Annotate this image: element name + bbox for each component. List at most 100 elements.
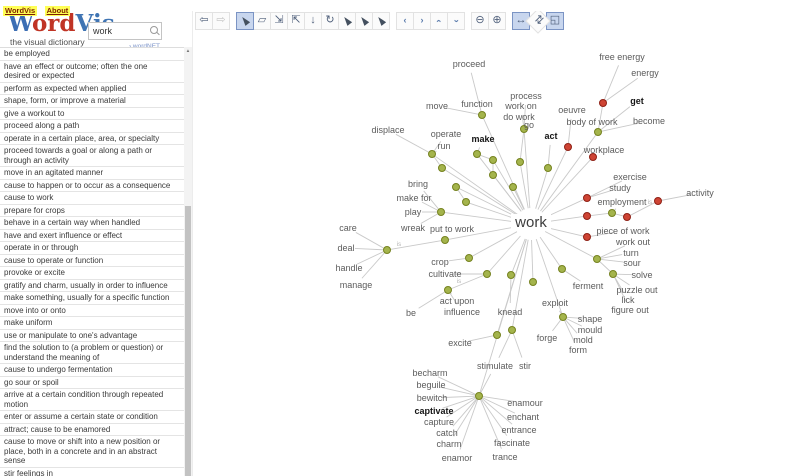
graph-word-label[interactable]: sour — [623, 258, 641, 268]
graph-word-label[interactable]: act — [544, 131, 557, 141]
graph-node[interactable] — [463, 199, 470, 206]
link-in-button[interactable]: ⇱ — [287, 12, 305, 30]
back-button[interactable]: ⇦ — [195, 12, 213, 30]
graph-word-label[interactable]: cultivate — [428, 269, 461, 279]
graph-word-label[interactable]: exploit — [542, 298, 569, 308]
graph-node[interactable] — [439, 165, 446, 172]
graph-word-label[interactable]: wreak — [400, 223, 426, 233]
graph-node[interactable] — [474, 151, 481, 158]
graph-node[interactable] — [584, 213, 591, 220]
graph-word-label[interactable]: play — [405, 207, 422, 217]
graph-word-label[interactable]: captivate — [414, 406, 453, 416]
graph-word-label[interactable]: make for — [396, 193, 431, 203]
graph-word-label[interactable]: stimulate — [477, 361, 513, 371]
graph-word-label[interactable]: handle — [335, 263, 362, 273]
definition-item[interactable]: cause to operate or function — [0, 255, 184, 268]
graph-word-label[interactable]: ferment — [573, 281, 604, 291]
graph-word-label[interactable]: becharm — [412, 368, 447, 378]
link-out-button[interactable]: ⇲ — [270, 12, 288, 30]
graph-word-label[interactable]: move — [426, 101, 448, 111]
definition-item[interactable]: behave in a certain way when handled — [0, 217, 184, 230]
graph-node[interactable] — [509, 327, 516, 334]
graph-node[interactable] — [600, 100, 607, 107]
graph-word-label[interactable]: deal — [337, 243, 354, 253]
graph-node[interactable] — [479, 112, 486, 119]
graph-word-label[interactable]: go — [524, 120, 534, 130]
definition-item[interactable]: make uniform — [0, 317, 184, 330]
definition-item[interactable]: have an effect or outcome; often the one… — [0, 61, 184, 83]
graph-word-label[interactable]: shape — [578, 314, 603, 324]
graph-word-label[interactable]: capture — [424, 417, 454, 427]
graph-node[interactable] — [490, 172, 497, 179]
graph-node[interactable] — [494, 332, 501, 339]
graph-word-label[interactable]: charm — [436, 439, 461, 449]
graph-word-label[interactable]: work on — [504, 101, 537, 111]
definition-item[interactable]: operate in or through — [0, 242, 184, 255]
graph-word-label[interactable]: process — [510, 91, 542, 101]
graph-word-label[interactable]: mould — [578, 325, 603, 335]
graph-word-label[interactable]: body of work — [566, 117, 618, 127]
graph-word-label[interactable]: bring — [408, 179, 428, 189]
graph-word-label[interactable]: trance — [492, 452, 517, 462]
rotate-button[interactable]: ↻ — [321, 12, 339, 30]
graph-word-label[interactable]: beguile — [416, 380, 445, 390]
graph-word-label[interactable]: free energy — [599, 52, 645, 62]
graph-node[interactable] — [655, 198, 662, 205]
definition-item[interactable]: shape, form, or improve a material — [0, 95, 184, 108]
definition-item[interactable]: gratify and charm, usually in order to i… — [0, 280, 184, 293]
definition-item[interactable]: stir feelings in — [0, 468, 184, 476]
graph-node[interactable] — [466, 255, 473, 262]
graph-word-label[interactable]: puzzle out — [616, 285, 658, 295]
graph-word-label[interactable]: piece of work — [596, 226, 650, 236]
graph-node[interactable] — [610, 271, 617, 278]
definition-item[interactable]: proceed towards a goal or along a path o… — [0, 145, 184, 167]
definition-item[interactable]: have and exert influence or effect — [0, 230, 184, 243]
graph-word-label[interactable]: entrance — [501, 425, 536, 435]
definition-item[interactable]: make something, usually for a specific f… — [0, 292, 184, 305]
definition-item[interactable]: arrive at a certain condition through re… — [0, 389, 184, 411]
zoom-out-button[interactable]: ⊖ — [471, 12, 489, 30]
graph-node[interactable] — [545, 165, 552, 172]
graph-word-label[interactable]: oeuvre — [558, 105, 586, 115]
graph-node[interactable] — [609, 210, 616, 217]
graph-word-label[interactable]: function — [461, 99, 493, 109]
graph-word-label[interactable]: turn — [623, 248, 639, 258]
definition-item[interactable]: cause to happen or to occur as a consequ… — [0, 180, 184, 193]
zoom-in-button[interactable]: ⊕ — [488, 12, 506, 30]
graph-node[interactable] — [530, 279, 537, 286]
graph-node[interactable] — [484, 271, 491, 278]
graph-node[interactable] — [442, 237, 449, 244]
definition-item[interactable]: operate in a certain place, area, or spe… — [0, 133, 184, 146]
graph-word-label[interactable]: enchant — [507, 412, 540, 422]
definition-item[interactable]: be employed — [0, 48, 184, 61]
graph-word-label[interactable]: forge — [537, 333, 558, 343]
graph-node[interactable] — [584, 195, 591, 202]
definition-item[interactable]: cause to work — [0, 192, 184, 205]
graph-word-label[interactable]: excite — [448, 338, 472, 348]
graph-word-label[interactable]: proceed — [453, 59, 486, 69]
graph-word-label[interactable]: operate — [431, 129, 462, 139]
search-icon[interactable] — [150, 26, 158, 34]
graph-node[interactable] — [595, 129, 602, 136]
graph-node[interactable] — [438, 209, 445, 216]
graph-node[interactable] — [559, 266, 566, 273]
graph-node[interactable] — [508, 272, 515, 279]
graph-word-label[interactable]: get — [630, 96, 644, 106]
pan-up-button[interactable]: › — [430, 12, 448, 30]
graph-word-label[interactable]: enamor — [442, 453, 473, 463]
pull-down-button[interactable]: ↓ — [304, 12, 322, 30]
graph-node[interactable] — [476, 393, 483, 400]
definition-item[interactable]: cause to undergo fermentation — [0, 364, 184, 377]
scroll-up-icon[interactable]: ▲ — [184, 47, 192, 55]
graph-node[interactable] — [445, 287, 452, 294]
graph-node[interactable] — [594, 256, 601, 263]
graph-word-label[interactable]: become — [633, 116, 665, 126]
scrollbar-thumb[interactable] — [185, 206, 191, 476]
pan-left-button[interactable]: ‹ — [396, 12, 414, 30]
graph-word-label[interactable]: energy — [631, 68, 659, 78]
graph-node[interactable] — [490, 157, 497, 164]
graph-node[interactable] — [584, 234, 591, 241]
graph-word-label[interactable]: act upon — [440, 296, 475, 306]
graph-word-label[interactable]: employment — [597, 197, 647, 207]
graph-word-label[interactable]: catch — [436, 428, 458, 438]
